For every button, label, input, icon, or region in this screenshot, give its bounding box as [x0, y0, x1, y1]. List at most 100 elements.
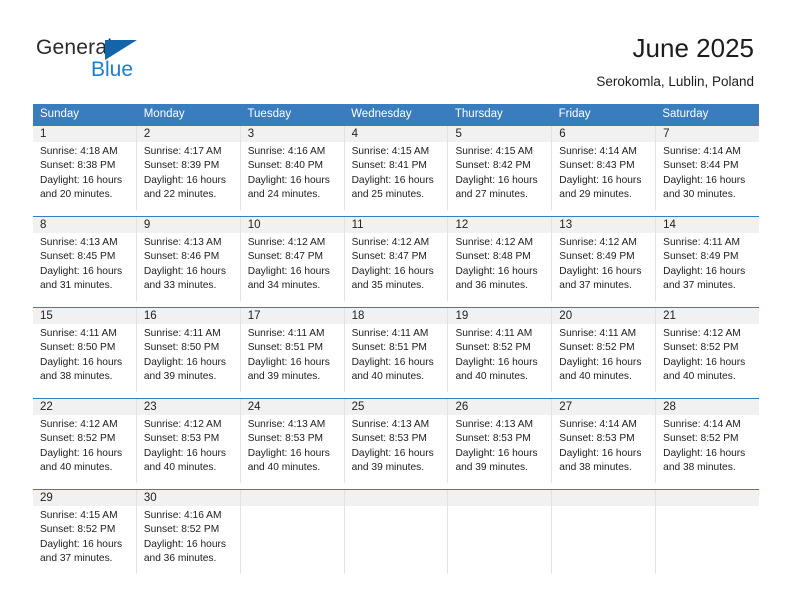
daylight-text-line2: and 37 minutes.: [559, 280, 632, 292]
day-cell[interactable]: 19 Sunrise: 4:11 AM Sunset: 8:52 PM Dayl…: [448, 308, 553, 392]
day-cell[interactable]: 2 Sunrise: 4:17 AM Sunset: 8:39 PM Dayli…: [136, 126, 241, 210]
day-cell[interactable]: 30 Sunrise: 4:16 AM Sunset: 8:52 PM Dayl…: [136, 490, 241, 574]
day-cell[interactable]: 24 Sunrise: 4:13 AM Sunset: 8:53 PM Dayl…: [240, 399, 345, 483]
week-row: 8 Sunrise: 4:13 AM Sunset: 8:45 PM Dayli…: [33, 216, 760, 301]
daylight-text-line2: and 35 minutes.: [351, 280, 425, 292]
day-info: Sunrise: 4:15 AM Sunset: 8:42 PM Dayligh…: [448, 142, 551, 203]
general-blue-logo[interactable]: General Blue: [36, 36, 156, 84]
sunrise-text: Sunrise: 4:11 AM: [143, 328, 221, 339]
day-info: Sunrise: 4:16 AM Sunset: 8:40 PM Dayligh…: [241, 142, 344, 203]
daylight-text-line1: Daylight: 16 hours: [559, 265, 642, 277]
day-info: Sunrise: 4:14 AM Sunset: 8:52 PM Dayligh…: [656, 415, 759, 476]
day-info: Sunrise: 4:11 AM Sunset: 8:51 PM Dayligh…: [241, 324, 344, 385]
day-cell[interactable]: 26 Sunrise: 4:13 AM Sunset: 8:53 PM Dayl…: [448, 399, 553, 483]
day-cell[interactable]: 3 Sunrise: 4:16 AM Sunset: 8:40 PM Dayli…: [240, 126, 345, 210]
sunrise-text: Sunrise: 4:15 AM: [40, 510, 118, 521]
sunrise-text: Sunrise: 4:12 AM: [351, 237, 430, 248]
daylight-text-line2: and 38 minutes.: [40, 371, 113, 383]
sunset-text: Sunset: 8:47 PM: [247, 251, 324, 263]
daylight-text-line2: and 40 minutes.: [40, 462, 113, 474]
day-info: Sunrise: 4:13 AM Sunset: 8:53 PM Dayligh…: [448, 415, 551, 476]
day-cell[interactable]: 8 Sunrise: 4:13 AM Sunset: 8:45 PM Dayli…: [33, 217, 137, 301]
day-info: Sunrise: 4:12 AM Sunset: 8:52 PM Dayligh…: [33, 415, 136, 476]
day-cell[interactable]: 25 Sunrise: 4:13 AM Sunset: 8:53 PM Dayl…: [344, 399, 449, 483]
day-cell[interactable]: 29 Sunrise: 4:15 AM Sunset: 8:52 PM Dayl…: [33, 490, 137, 574]
day-info: Sunrise: 4:17 AM Sunset: 8:39 PM Dayligh…: [137, 142, 240, 203]
week-row: 1 Sunrise: 4:18 AM Sunset: 8:38 PM Dayli…: [33, 125, 760, 210]
day-number: 22: [33, 399, 136, 415]
sunset-text: Sunset: 8:49 PM: [559, 251, 635, 263]
day-number: [656, 490, 760, 506]
day-info: Sunrise: 4:15 AM Sunset: 8:52 PM Dayligh…: [33, 506, 136, 567]
sunrise-text: Sunrise: 4:15 AM: [455, 146, 534, 157]
sunset-text: Sunset: 8:53 PM: [351, 433, 427, 445]
day-cell[interactable]: 7 Sunrise: 4:14 AM Sunset: 8:44 PM Dayli…: [656, 126, 760, 210]
day-number: 19: [448, 308, 552, 324]
day-number: 17: [240, 308, 344, 324]
logo-text-general: General: [36, 36, 113, 59]
day-number: [344, 490, 448, 506]
day-cell[interactable]: 4 Sunrise: 4:15 AM Sunset: 8:41 PM Dayli…: [344, 126, 449, 210]
daylight-text-line2: and 40 minutes.: [143, 462, 217, 474]
sunset-text: Sunset: 8:51 PM: [351, 342, 427, 354]
day-cell[interactable]: 12 Sunrise: 4:12 AM Sunset: 8:48 PM Dayl…: [448, 217, 553, 301]
daylight-text-line2: and 40 minutes.: [559, 371, 632, 383]
calendar-page: General Blue June 2025 Serokomla, Lublin…: [0, 0, 792, 612]
day-cell[interactable]: 10 Sunrise: 4:12 AM Sunset: 8:47 PM Dayl…: [240, 217, 345, 301]
daylight-text-line1: Daylight: 16 hours: [559, 174, 642, 186]
day-cell[interactable]: 9 Sunrise: 4:13 AM Sunset: 8:46 PM Dayli…: [136, 217, 241, 301]
day-number: 13: [552, 217, 656, 233]
day-cell[interactable]: 6 Sunrise: 4:14 AM Sunset: 8:43 PM Dayli…: [552, 126, 657, 210]
daylight-text-line2: and 24 minutes.: [247, 189, 321, 201]
sunset-text: Sunset: 8:51 PM: [247, 342, 324, 354]
day-cell[interactable]: 5 Sunrise: 4:15 AM Sunset: 8:42 PM Dayli…: [448, 126, 553, 210]
day-info: Sunrise: 4:18 AM Sunset: 8:38 PM Dayligh…: [33, 142, 136, 203]
sunrise-text: Sunrise: 4:12 AM: [663, 328, 741, 339]
sunset-text: Sunset: 8:46 PM: [143, 251, 220, 263]
day-cell[interactable]: 22 Sunrise: 4:12 AM Sunset: 8:52 PM Dayl…: [33, 399, 137, 483]
day-number: 21: [656, 308, 760, 324]
daylight-text-line2: and 39 minutes.: [143, 371, 217, 383]
daylight-text-line2: and 29 minutes.: [559, 189, 632, 201]
sunrise-text: Sunrise: 4:16 AM: [143, 510, 222, 521]
daylight-text-line1: Daylight: 16 hours: [455, 265, 538, 277]
day-cell[interactable]: 21 Sunrise: 4:12 AM Sunset: 8:52 PM Dayl…: [656, 308, 760, 392]
day-cell[interactable]: 17 Sunrise: 4:11 AM Sunset: 8:51 PM Dayl…: [240, 308, 345, 392]
day-cell[interactable]: 1 Sunrise: 4:18 AM Sunset: 8:38 PM Dayli…: [33, 126, 137, 210]
day-cell[interactable]: 27 Sunrise: 4:14 AM Sunset: 8:53 PM Dayl…: [552, 399, 657, 483]
sunrise-text: Sunrise: 4:12 AM: [455, 237, 534, 248]
sunrise-text: Sunrise: 4:12 AM: [40, 419, 118, 430]
day-cell[interactable]: 16 Sunrise: 4:11 AM Sunset: 8:50 PM Dayl…: [136, 308, 241, 392]
daylight-text-line1: Daylight: 16 hours: [663, 447, 746, 459]
daylight-text-line1: Daylight: 16 hours: [455, 356, 538, 368]
day-number: [448, 490, 552, 506]
day-info: Sunrise: 4:11 AM Sunset: 8:50 PM Dayligh…: [33, 324, 136, 385]
day-info: Sunrise: 4:11 AM Sunset: 8:52 PM Dayligh…: [448, 324, 551, 385]
daylight-text-line1: Daylight: 16 hours: [663, 356, 746, 368]
day-cell[interactable]: 15 Sunrise: 4:11 AM Sunset: 8:50 PM Dayl…: [33, 308, 137, 392]
day-number: [552, 490, 656, 506]
day-number: 20: [552, 308, 656, 324]
day-number: 2: [136, 126, 240, 142]
daylight-text-line2: and 39 minutes.: [247, 371, 321, 383]
day-cell[interactable]: 13 Sunrise: 4:12 AM Sunset: 8:49 PM Dayl…: [552, 217, 657, 301]
day-cell[interactable]: 23 Sunrise: 4:12 AM Sunset: 8:53 PM Dayl…: [136, 399, 241, 483]
sunset-text: Sunset: 8:50 PM: [40, 342, 116, 354]
logo-text-blue: Blue: [91, 58, 134, 81]
day-cell[interactable]: 18 Sunrise: 4:11 AM Sunset: 8:51 PM Dayl…: [344, 308, 449, 392]
daylight-text-line1: Daylight: 16 hours: [143, 538, 226, 550]
daylight-text-line1: Daylight: 16 hours: [351, 174, 434, 186]
day-cell[interactable]: 20 Sunrise: 4:11 AM Sunset: 8:52 PM Dayl…: [552, 308, 657, 392]
day-info: Sunrise: 4:11 AM Sunset: 8:52 PM Dayligh…: [552, 324, 655, 385]
daylight-text-line1: Daylight: 16 hours: [663, 174, 746, 186]
day-info: Sunrise: 4:11 AM Sunset: 8:51 PM Dayligh…: [345, 324, 448, 385]
day-cell[interactable]: 11 Sunrise: 4:12 AM Sunset: 8:47 PM Dayl…: [344, 217, 449, 301]
day-cell[interactable]: 28 Sunrise: 4:14 AM Sunset: 8:52 PM Dayl…: [656, 399, 760, 483]
daylight-text-line2: and 33 minutes.: [143, 280, 217, 292]
day-cell[interactable]: 14 Sunrise: 4:11 AM Sunset: 8:49 PM Dayl…: [656, 217, 760, 301]
day-number: 9: [136, 217, 240, 233]
daylight-text-line1: Daylight: 16 hours: [351, 447, 434, 459]
day-info: Sunrise: 4:12 AM Sunset: 8:47 PM Dayligh…: [345, 233, 448, 294]
day-info: Sunrise: 4:12 AM Sunset: 8:47 PM Dayligh…: [241, 233, 344, 294]
page-header: General Blue June 2025 Serokomla, Lublin…: [0, 0, 792, 100]
